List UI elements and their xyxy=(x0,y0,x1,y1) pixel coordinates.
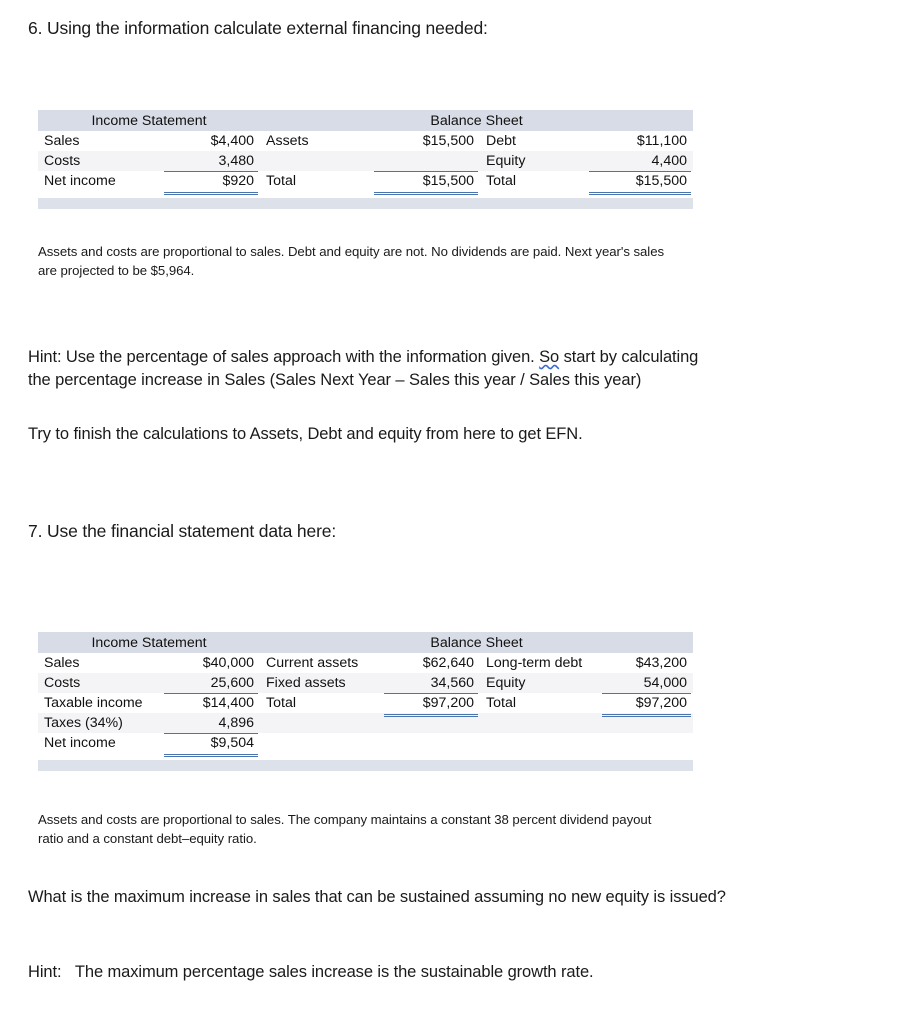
t2-r3-ba-label xyxy=(260,713,381,733)
t1-r1-ba-value xyxy=(370,151,481,171)
t2-r4-is-label: Net income xyxy=(38,733,160,753)
t2-r4-ba-value xyxy=(380,733,481,753)
t2-r1-ba-value: 34,560 xyxy=(380,673,481,693)
t2-r1-is-label: Costs xyxy=(38,673,160,693)
table2-header-row: Income Statement Balance Sheet xyxy=(38,632,694,653)
question-6-hint: Hint: Use the percentage of sales approa… xyxy=(28,346,858,392)
financial-table-2: Income Statement Balance Sheet Sales $40… xyxy=(38,632,694,771)
table-row: Net income $9,504 xyxy=(38,733,694,758)
t2-r0-bl-value: $43,200 xyxy=(598,653,694,673)
t1-r0-is-value: $4,400 xyxy=(160,131,261,151)
table2-spacer-row xyxy=(38,753,694,760)
table-row: Taxable income $14,400 Total $97,200 Tot… xyxy=(38,693,694,718)
q7-note-line-2: ratio and a constant debt–equity ratio. xyxy=(38,831,257,846)
question-6-assumptions: Assets and costs are proportional to sal… xyxy=(38,242,828,280)
question-7-hint: Hint: The maximum percentage sales incre… xyxy=(28,961,878,984)
table1-income-header: Income Statement xyxy=(38,110,261,131)
table1-footer-bar xyxy=(38,198,694,209)
t2-r4-bl-label xyxy=(480,733,599,753)
t1-r0-ba-value: $15,500 xyxy=(370,131,481,151)
question-6-try-line: Try to finish the calculations to Assets… xyxy=(28,425,583,443)
question-6-heading: 6. Using the information calculate exter… xyxy=(28,18,488,38)
t2-r4-ba-label xyxy=(260,733,381,753)
hint1-line2: the percentage increase in Sales (Sales … xyxy=(28,371,642,389)
table-row: Net income $920 Total $15,500 Total $15,… xyxy=(38,171,694,196)
q6-note-line-1: Assets and costs are proportional to sal… xyxy=(38,244,665,259)
t2-r4-is-value: $9,504 xyxy=(160,733,261,758)
question-7-assumptions: Assets and costs are proportional to sal… xyxy=(38,810,828,848)
table1-balance-header: Balance Sheet xyxy=(260,110,694,131)
t2-r2-ba-label: Total xyxy=(260,693,381,713)
t1-r0-is-label: Sales xyxy=(38,131,160,151)
t1-r1-is-label: Costs xyxy=(38,151,160,171)
t2-r0-ba-label: Current assets xyxy=(260,653,381,673)
t2-r2-ba-value: $97,200 xyxy=(380,693,481,718)
t1-r1-is-value: 3,480 xyxy=(160,151,261,171)
t2-r0-bl-label: Long-term debt xyxy=(480,653,599,673)
t1-r2-is-label: Net income xyxy=(38,171,160,191)
table-row: Costs 25,600 Fixed assets 34,560 Equity … xyxy=(38,673,694,693)
t1-r1-bl-label: Equity xyxy=(480,151,586,171)
t1-r2-bl-value: $15,500 xyxy=(585,171,694,196)
table2-footer-bar xyxy=(38,760,694,771)
t1-r0-bl-label: Debt xyxy=(480,131,586,151)
t2-r0-is-value: $40,000 xyxy=(160,653,261,673)
table-row: Sales $40,000 Current assets $62,640 Lon… xyxy=(38,653,694,673)
question-7-prompt: What is the maximum increase in sales th… xyxy=(28,888,726,906)
worksheet-page: 6. Using the information calculate exter… xyxy=(0,0,904,1024)
hint2-label: Hint: xyxy=(28,963,62,981)
t2-r1-bl-label: Equity xyxy=(480,673,599,693)
hint1-line1-part-a: Hint: Use the percentage of sales approa… xyxy=(28,348,540,366)
hint1-spellcheck-word: So xyxy=(539,348,560,366)
t1-r2-ba-label: Total xyxy=(260,171,371,191)
t2-r3-bl-label xyxy=(480,713,599,733)
t2-r2-bl-value: $97,200 xyxy=(598,693,694,718)
t2-r2-is-value: $14,400 xyxy=(160,693,261,713)
table2-income-header: Income Statement xyxy=(38,632,261,653)
financial-table-1: Income Statement Balance Sheet Sales $4,… xyxy=(38,110,694,209)
q7-note-line-1: Assets and costs are proportional to sal… xyxy=(38,812,652,827)
t2-r3-is-label: Taxes (34%) xyxy=(38,713,160,733)
q6-note-line-2: are projected to be $5,964. xyxy=(38,263,195,278)
t2-r4-bl-value xyxy=(598,733,694,753)
hint2-text: The maximum percentage sales increase is… xyxy=(74,963,594,981)
t2-r1-is-value: 25,600 xyxy=(160,673,261,693)
t1-r1-ba-label xyxy=(260,151,371,171)
t1-r0-bl-value: $11,100 xyxy=(585,131,694,151)
t2-r2-is-label: Taxable income xyxy=(38,693,160,713)
table-row: Costs 3,480 Equity 4,400 xyxy=(38,151,694,171)
t1-r2-is-value: $920 xyxy=(160,171,261,196)
table2-balance-header: Balance Sheet xyxy=(260,632,694,653)
question-7-heading: 7. Use the financial statement data here… xyxy=(28,521,337,541)
t1-r0-ba-label: Assets xyxy=(260,131,371,151)
table-row: Taxes (34%) 4,896 xyxy=(38,713,694,733)
t1-r1-bl-value: 4,400 xyxy=(585,151,694,171)
t2-r1-ba-label: Fixed assets xyxy=(260,673,381,693)
table-row: Sales $4,400 Assets $15,500 Debt $11,100 xyxy=(38,131,694,151)
t2-r1-bl-value: 54,000 xyxy=(598,673,694,693)
t1-r2-bl-label: Total xyxy=(480,171,586,191)
t2-r2-bl-label: Total xyxy=(480,693,599,713)
t2-r0-ba-value: $62,640 xyxy=(380,653,481,673)
table1-header-row: Income Statement Balance Sheet xyxy=(38,110,694,131)
t1-r2-ba-value: $15,500 xyxy=(370,171,481,196)
t2-r0-is-label: Sales xyxy=(38,653,160,673)
t2-r3-is-value: 4,896 xyxy=(160,713,261,733)
hint1-line1-part-b: start by calculating xyxy=(559,348,699,366)
